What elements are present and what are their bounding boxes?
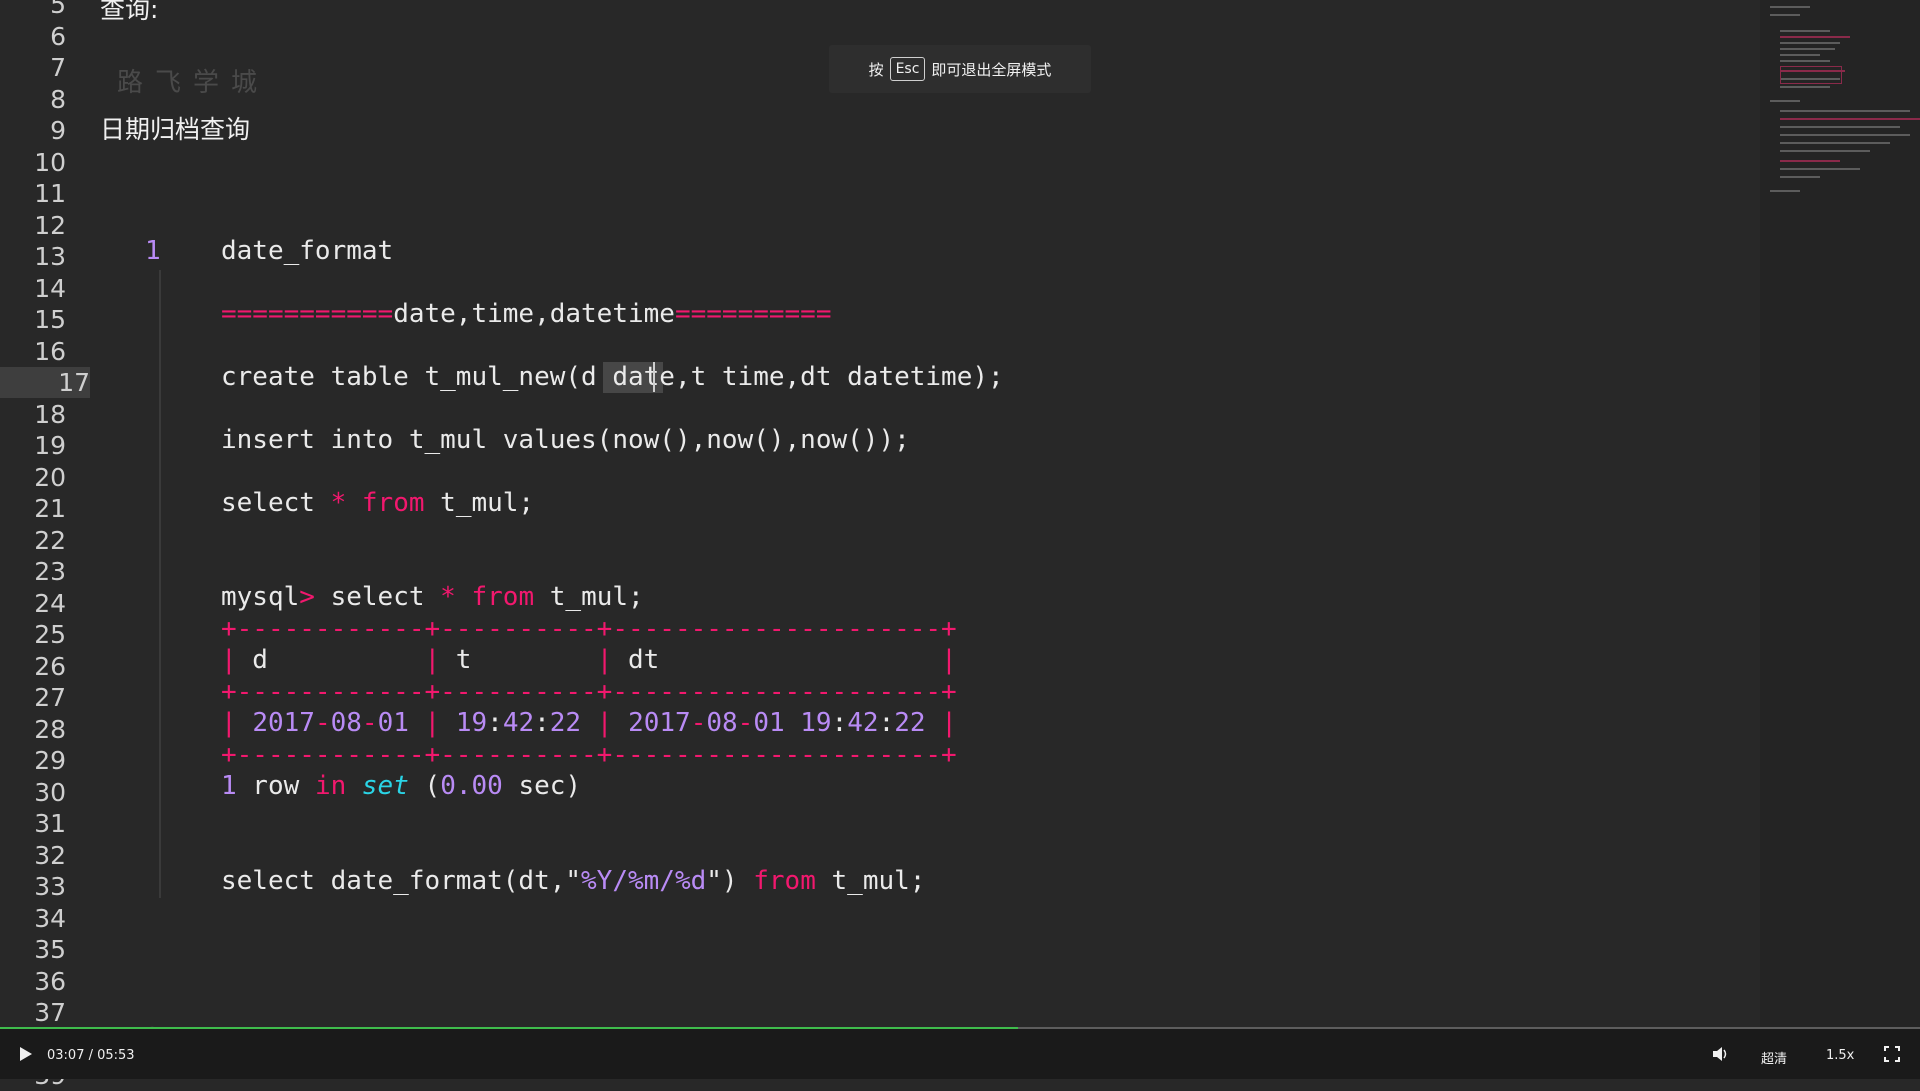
line-number-8: 8 xyxy=(50,84,66,114)
time-display: 03:07 / 05:53 xyxy=(47,1048,135,1063)
line-number-14: 14 xyxy=(34,273,66,303)
line-number-31: 31 xyxy=(34,809,66,838)
watermark-logo: 路飞学城 xyxy=(117,68,270,98)
minimap-line xyxy=(1780,168,1860,170)
minimap-line xyxy=(1780,160,1840,162)
minimap-table xyxy=(1780,66,1842,84)
minimap-line xyxy=(1770,100,1800,102)
code-line-15: ===========date,time,datetime========== xyxy=(221,299,832,329)
minimap-line xyxy=(1770,14,1800,16)
line-number-22: 22 xyxy=(34,525,66,555)
section-heading: 日期归档查询 xyxy=(100,115,251,144)
line-number-16: 16 xyxy=(34,336,66,366)
line-number-20: 20 xyxy=(34,462,66,492)
table-row: | 2017-08-01 | 19:42:22 | 2017-08-01 19:… xyxy=(221,708,957,738)
line-number-9: 9 xyxy=(50,116,66,145)
partial-heading: 查询: xyxy=(100,0,159,24)
esc-key-badge: Esc xyxy=(889,57,926,81)
code-line-13: date_format xyxy=(221,236,394,266)
line-number-32: 32 xyxy=(34,840,66,870)
list-marker: 1 xyxy=(145,236,161,266)
table-header-row: | d | t | dt | xyxy=(221,645,957,675)
minimap-line xyxy=(1780,134,1910,136)
line-number-11: 11 xyxy=(34,179,66,208)
line-number-13: 13 xyxy=(34,242,66,271)
code-line-33: select date_format(dt,"%Y/%m/%d") from t… xyxy=(221,866,926,896)
line-number-gutter: 5 6 7 8 9 10 11 12 13 14 15 16 17 18 19 20 21 22 23 24 25 26 2… xyxy=(0,0,92,1090)
player-controls xyxy=(0,1029,1920,1079)
minimap-line xyxy=(1780,54,1820,56)
line-number-28: 28 xyxy=(34,714,66,744)
minimap-line xyxy=(1780,30,1830,32)
minimap-line xyxy=(1780,36,1850,38)
minimap-line xyxy=(1780,60,1830,62)
minimap-line xyxy=(1780,48,1835,50)
table-border-mid: +------------+----------+---------------… xyxy=(221,677,957,707)
line-number-33: 33 xyxy=(34,872,66,901)
code-line-24: mysql> select * from t_mul; xyxy=(221,582,644,612)
minimap-line xyxy=(1780,150,1870,152)
code-line-21: select * from t_mul; xyxy=(221,488,535,518)
minimap-line xyxy=(1780,86,1830,88)
code-line-19: insert into t_mul values(now(),now(),now… xyxy=(221,425,910,455)
toast-text: 即可退出全屏模式 xyxy=(931,60,1052,79)
line-number-10: 10 xyxy=(34,147,66,177)
minimap-line xyxy=(1780,110,1910,112)
line-number-29: 29 xyxy=(34,746,66,775)
fullscreen-icon[interactable] xyxy=(1884,1046,1900,1062)
line-number-15: 15 xyxy=(34,305,66,334)
line-number-24: 24 xyxy=(34,588,66,618)
minimap-line xyxy=(1770,6,1810,8)
fullscreen-toast: 按 Esc 即可退出全屏模式 xyxy=(829,45,1091,93)
minimap-line xyxy=(1780,118,1920,120)
minimap-line xyxy=(1780,176,1820,178)
line-number-21: 21 xyxy=(34,494,66,523)
minimap-line xyxy=(1780,126,1900,128)
line-number-7: 7 xyxy=(50,53,66,82)
line-number-17: 17 xyxy=(0,367,90,398)
minimap[interactable] xyxy=(1760,0,1920,1030)
code-line-17[interactable]: create table t_mul_new(d date,t time,dt … xyxy=(221,362,1004,393)
table-border-bottom: +------------+----------+---------------… xyxy=(221,740,957,770)
toast-press: 按 xyxy=(868,60,884,79)
table-border-top: +------------+----------+---------------… xyxy=(221,614,957,644)
line-number-27: 27 xyxy=(34,683,66,712)
line-number-26: 26 xyxy=(34,651,66,681)
code-line-30: 1 row in set (0.00 sec) xyxy=(221,771,582,801)
line-number-18: 18 xyxy=(34,399,66,429)
line-number-23: 23 xyxy=(34,557,66,586)
volume-icon[interactable] xyxy=(1712,1046,1730,1062)
line-number-34: 34 xyxy=(34,903,66,933)
speed-button[interactable]: 1.5x xyxy=(1826,1048,1854,1063)
minimap-line xyxy=(1780,42,1840,44)
indent-guide xyxy=(159,270,161,898)
quality-button[interactable]: 超清 xyxy=(1761,1048,1787,1067)
line-number-30: 30 xyxy=(34,777,66,807)
line-number-6: 6 xyxy=(50,21,66,51)
line-number-19: 19 xyxy=(34,431,66,460)
line-number-37: 37 xyxy=(34,998,66,1027)
line-number-12: 12 xyxy=(34,210,66,240)
line-number-36: 36 xyxy=(34,966,66,996)
text-cursor xyxy=(653,362,655,392)
line-number-25: 25 xyxy=(34,620,66,649)
minimap-line xyxy=(1770,190,1800,192)
line-number-35: 35 xyxy=(34,935,66,964)
line-number-5: 5 xyxy=(50,0,66,19)
minimap-line xyxy=(1780,142,1890,144)
play-icon[interactable] xyxy=(20,1047,32,1061)
